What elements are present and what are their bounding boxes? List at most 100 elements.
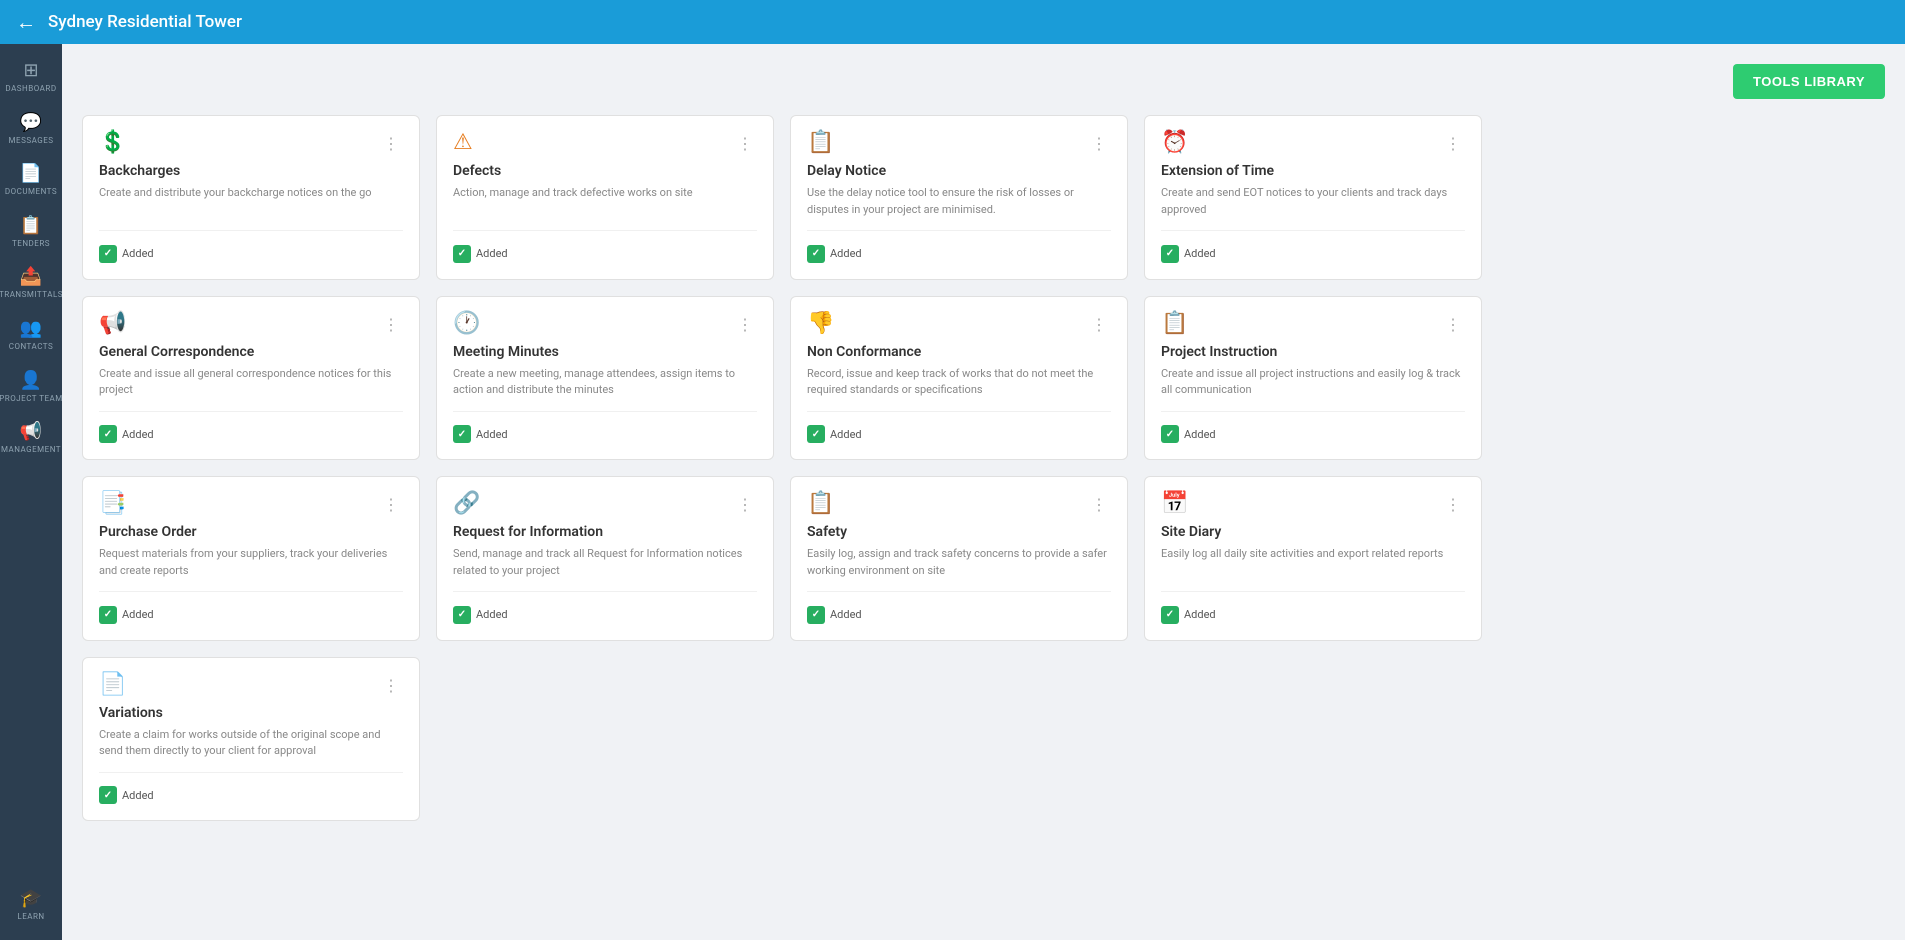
sidebar-item-contacts[interactable]: 👥 CONTACTS (0, 310, 62, 362)
project-team-label: PROJECT TEAM (0, 394, 62, 404)
card-header-non-conformance: 👎 ⋮ (807, 313, 1111, 336)
card-header-request-for-information: 🔗 ⋮ (453, 493, 757, 516)
request-for-information-menu-dots[interactable]: ⋮ (733, 493, 757, 516)
variations-check-icon: ✓ (99, 786, 117, 804)
request-for-information-added-label: Added (476, 608, 508, 621)
request-for-information-icon: 🔗 (453, 493, 480, 515)
delay-notice-footer: ✓ Added (807, 230, 1111, 263)
card-header-delay-notice: 📋 ⋮ (807, 132, 1111, 155)
project-instruction-menu-dots[interactable]: ⋮ (1441, 313, 1465, 336)
cards-grid: 💲 ⋮ Backcharges Create and distribute yo… (82, 115, 1482, 821)
request-for-information-footer: ✓ Added (453, 591, 757, 624)
dashboard-icon: ⊞ (23, 62, 38, 80)
defects-added-label: Added (476, 247, 508, 260)
tenders-icon: 📋 (20, 217, 42, 235)
card-non-conformance: 👎 ⋮ Non Conformance Record, issue and ke… (790, 296, 1128, 461)
general-correspondence-added-badge: ✓ Added (99, 425, 154, 443)
sidebar-item-learn[interactable]: 🎓 LEARN (13, 880, 48, 932)
sidebar-item-documents[interactable]: 📄 DOCUMENTS (0, 155, 62, 207)
purchase-order-description: Request materials from your suppliers, t… (99, 546, 403, 579)
meeting-minutes-added-label: Added (476, 428, 508, 441)
delay-notice-added-badge: ✓ Added (807, 245, 862, 263)
extension-of-time-icon: ⏰ (1161, 132, 1188, 154)
delay-notice-menu-dots[interactable]: ⋮ (1087, 132, 1111, 155)
general-correspondence-added-label: Added (122, 428, 154, 441)
sidebar-item-dashboard[interactable]: ⊞ DASHBOARD (0, 52, 62, 104)
card-header-safety: 📋 ⋮ (807, 493, 1111, 516)
purchase-order-title: Purchase Order (99, 524, 403, 540)
project-instruction-title: Project Instruction (1161, 344, 1465, 360)
backcharges-title: Backcharges (99, 163, 403, 179)
main-layout: ⊞ DASHBOARD 💬 MESSAGES 📄 DOCUMENTS 📋 TEN… (0, 44, 1905, 940)
defects-icon: ⚠ (453, 132, 473, 154)
purchase-order-added-label: Added (122, 608, 154, 621)
general-correspondence-menu-dots[interactable]: ⋮ (379, 313, 403, 336)
meeting-minutes-menu-dots[interactable]: ⋮ (733, 313, 757, 336)
meeting-minutes-added-badge: ✓ Added (453, 425, 508, 443)
card-header-project-instruction: 📋 ⋮ (1161, 313, 1465, 336)
backcharges-menu-dots[interactable]: ⋮ (379, 132, 403, 155)
backcharges-footer: ✓ Added (99, 230, 403, 263)
meeting-minutes-icon: 🕐 (453, 313, 480, 335)
transmittals-label: TRANSMITTALS (0, 290, 62, 300)
site-diary-added-label: Added (1184, 608, 1216, 621)
site-diary-footer: ✓ Added (1161, 591, 1465, 624)
management-label: MANAGEMENT (1, 445, 61, 455)
variations-added-badge: ✓ Added (99, 786, 154, 804)
card-safety: 📋 ⋮ Safety Easily log, assign and track … (790, 476, 1128, 641)
extension-of-time-check-icon: ✓ (1161, 245, 1179, 263)
request-for-information-added-badge: ✓ Added (453, 606, 508, 624)
safety-added-label: Added (830, 608, 862, 621)
safety-icon: 📋 (807, 493, 834, 515)
site-diary-icon: 📅 (1161, 493, 1188, 515)
variations-menu-dots[interactable]: ⋮ (379, 674, 403, 697)
delay-notice-icon: 📋 (807, 132, 834, 154)
defects-description: Action, manage and track defective works… (453, 185, 757, 218)
general-correspondence-description: Create and issue all general corresponde… (99, 366, 403, 399)
sidebar-item-messages[interactable]: 💬 MESSAGES (0, 104, 62, 156)
variations-footer: ✓ Added (99, 772, 403, 805)
project-instruction-icon: 📋 (1161, 313, 1188, 335)
delay-notice-check-icon: ✓ (807, 245, 825, 263)
card-site-diary: 📅 ⋮ Site Diary Easily log all daily site… (1144, 476, 1482, 641)
delay-notice-title: Delay Notice (807, 163, 1111, 179)
sidebar-item-project-team[interactable]: 👤 PROJECT TEAM (0, 362, 62, 414)
non-conformance-title: Non Conformance (807, 344, 1111, 360)
project-instruction-footer: ✓ Added (1161, 411, 1465, 444)
card-purchase-order: 📑 ⋮ Purchase Order Request materials fro… (82, 476, 420, 641)
defects-added-badge: ✓ Added (453, 245, 508, 263)
purchase-order-added-badge: ✓ Added (99, 606, 154, 624)
card-header-defects: ⚠ ⋮ (453, 132, 757, 155)
sidebar-item-management[interactable]: 📢 MANAGEMENT (0, 413, 62, 465)
card-meeting-minutes: 🕐 ⋮ Meeting Minutes Create a new meeting… (436, 296, 774, 461)
site-diary-title: Site Diary (1161, 524, 1465, 540)
safety-menu-dots[interactable]: ⋮ (1087, 493, 1111, 516)
variations-added-label: Added (122, 789, 154, 802)
sidebar-item-tenders[interactable]: 📋 TENDERS (0, 207, 62, 259)
general-correspondence-icon: 📢 (99, 313, 126, 335)
sidebar: ⊞ DASHBOARD 💬 MESSAGES 📄 DOCUMENTS 📋 TEN… (0, 44, 62, 940)
card-delay-notice: 📋 ⋮ Delay Notice Use the delay notice to… (790, 115, 1128, 280)
card-variations: 📄 ⋮ Variations Create a claim for works … (82, 657, 420, 822)
card-header-meeting-minutes: 🕐 ⋮ (453, 313, 757, 336)
extension-of-time-menu-dots[interactable]: ⋮ (1441, 132, 1465, 155)
tools-library-section: TOOLS LIBRARY (82, 64, 1885, 99)
project-instruction-check-icon: ✓ (1161, 425, 1179, 443)
delay-notice-added-label: Added (830, 247, 862, 260)
purchase-order-menu-dots[interactable]: ⋮ (379, 493, 403, 516)
project-team-icon: 👤 (20, 372, 42, 390)
site-diary-menu-dots[interactable]: ⋮ (1441, 493, 1465, 516)
sidebar-item-transmittals[interactable]: 📤 TRANSMITTALS (0, 258, 62, 310)
card-project-instruction: 📋 ⋮ Project Instruction Create and issue… (1144, 296, 1482, 461)
transmittals-icon: 📤 (20, 268, 42, 286)
card-header-general-correspondence: 📢 ⋮ (99, 313, 403, 336)
dashboard-label: DASHBOARD (5, 84, 56, 94)
safety-description: Easily log, assign and track safety conc… (807, 546, 1111, 579)
documents-label: DOCUMENTS (5, 187, 57, 197)
defects-menu-dots[interactable]: ⋮ (733, 132, 757, 155)
back-button[interactable]: ← (16, 10, 36, 35)
non-conformance-menu-dots[interactable]: ⋮ (1087, 313, 1111, 336)
project-instruction-added-badge: ✓ Added (1161, 425, 1216, 443)
backcharges-description: Create and distribute your backcharge no… (99, 185, 403, 218)
tools-library-button[interactable]: TOOLS LIBRARY (1733, 64, 1885, 99)
